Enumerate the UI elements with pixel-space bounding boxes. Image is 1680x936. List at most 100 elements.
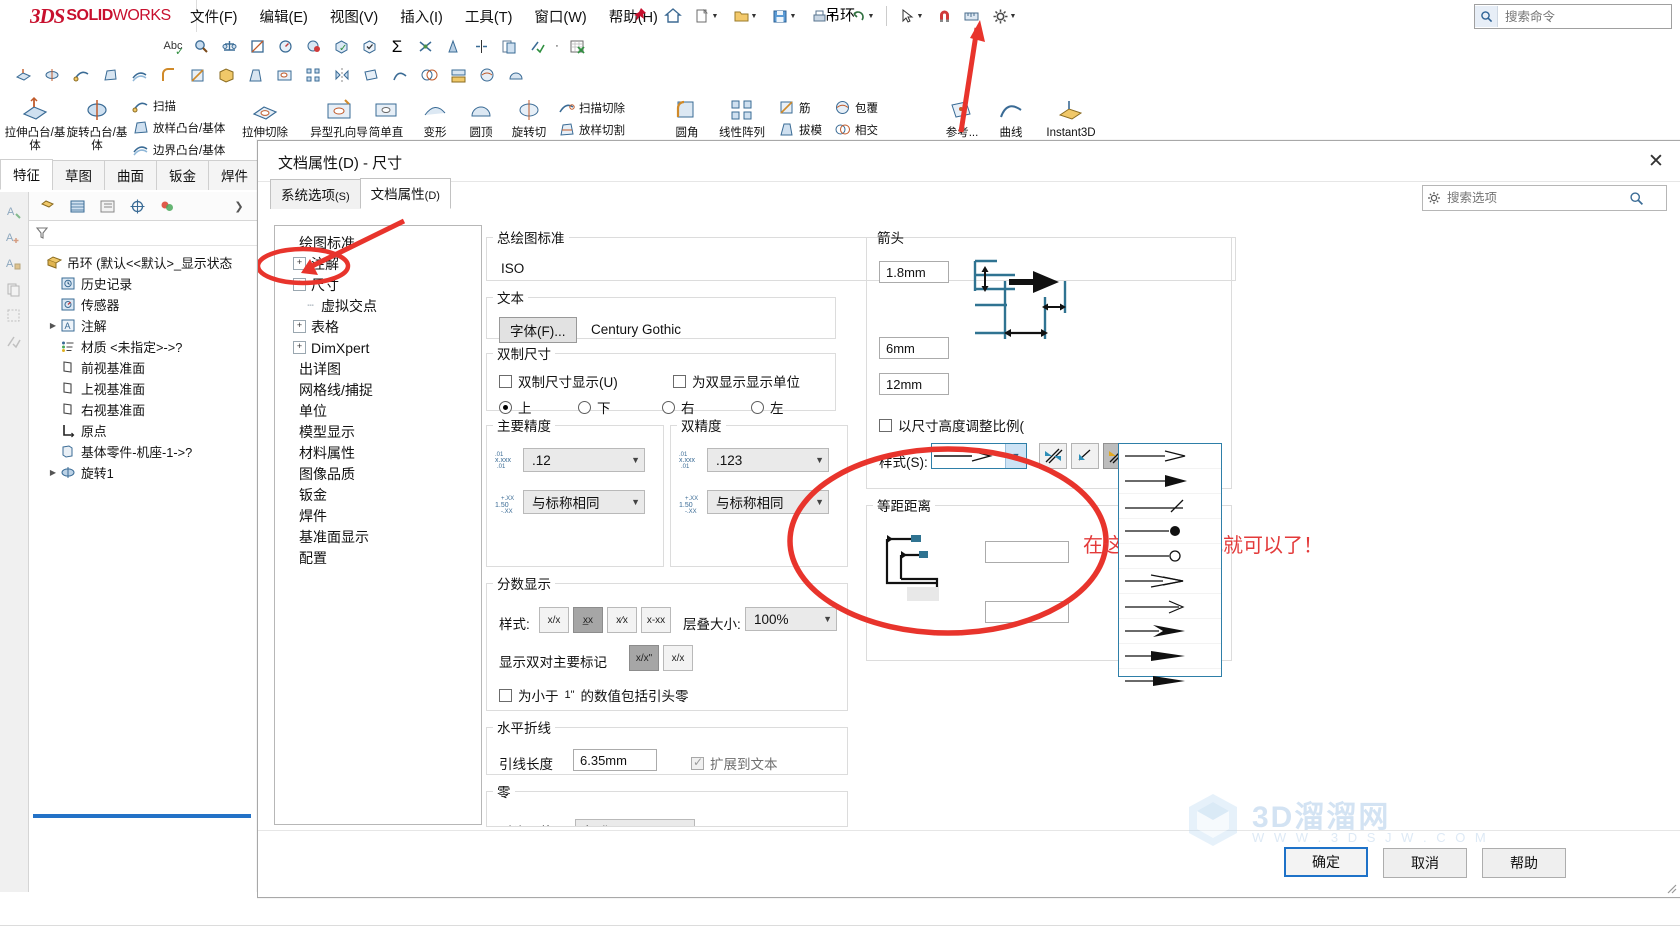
dual-tolerance-precision-combo[interactable]: 与标称相同 ▼ [707,490,829,514]
dual-position-left-radio[interactable]: 左 [751,397,784,417]
ribbon-tab-features[interactable]: 特征 [0,159,53,190]
dropdown-option-filled-arrow[interactable] [1119,469,1221,494]
nav-item-configurations[interactable]: 配置 [283,547,481,568]
open-document-button[interactable]: ▼ [726,3,764,29]
expand-plus-icon[interactable]: + [293,278,306,291]
cmd-rib[interactable]: 筋 [776,97,822,118]
draft-icon[interactable] [242,62,268,88]
expand-plus-icon[interactable]: + [293,257,306,270]
curves-icon[interactable] [387,62,413,88]
checkbox-box[interactable] [673,374,686,388]
tab-dimxpert-manager-icon[interactable] [127,196,147,216]
menu-file[interactable]: 文件(F) [180,3,248,30]
tree-item-history[interactable]: 历史记录 [33,273,257,294]
arrows-inward-icon[interactable] [1039,443,1067,469]
leading-zero-checkbox[interactable]: 为小于 1" 的数值包括引头零 [499,685,689,705]
leading-zero-value-combo[interactable]: 标准 ▼ [575,819,695,827]
cmd-loft-cut[interactable]: 放样切割 [556,119,625,140]
deviation-icon[interactable] [412,33,438,59]
radio-dot[interactable] [751,400,764,414]
menu-view[interactable]: 视图(V) [320,3,388,30]
measure-icon[interactable] [958,3,984,29]
fraction-style-button-3[interactable]: x⁄x [607,607,637,633]
nav-item-sheet-metal[interactable]: 钣金 [283,484,481,505]
dropdown-option-small-open-arrow[interactable] [1119,594,1221,619]
checkbox-box[interactable] [879,418,892,432]
copy-annotation-icon[interactable] [0,276,26,302]
radio-dot[interactable] [578,400,591,414]
chevron-down-icon[interactable]: ▼ [712,13,719,20]
help-button[interactable]: 帮助 [1482,848,1566,878]
dual-position-right-radio[interactable]: 右 [662,397,695,417]
nav-item-dimensions[interactable]: + 尺寸 [283,274,481,295]
cmd-wrap[interactable]: 包覆 [832,97,878,118]
nav-item-weldments[interactable]: 焊件 [283,505,481,526]
chevron-down-icon[interactable]: ▼ [681,826,690,827]
chevron-down-icon[interactable]: ▼ [751,13,758,20]
feature-tree-filter[interactable] [29,221,257,246]
cmd-reference-geometry[interactable]: 参考... [936,92,988,140]
tree-item-right-plane[interactable]: 右视基准面 [33,399,257,420]
cmd-curves[interactable]: 曲线 [988,92,1034,140]
radio-dot[interactable] [662,400,675,414]
chevron-down-icon[interactable]: ▼ [868,13,875,20]
extrude-boss-icon[interactable] [10,62,36,88]
cmd-sweep[interactable]: 扫描 [130,95,225,116]
fraction-style-button-2[interactable]: x̲x [573,607,603,633]
cmd-loft[interactable]: 放样凸台/基体 [130,117,225,138]
nav-item-image-quality[interactable]: 图像品质 [283,463,481,484]
nav-item-plane-display[interactable]: 基准面显示 [283,526,481,547]
check-document-icon[interactable] [356,33,382,59]
nav-item-annotations[interactable]: + 注解 [283,253,481,274]
checkbox-box[interactable] [499,374,512,388]
tree-root-item[interactable]: 吊环 (默认<<默认>_显示状态 [33,252,257,273]
expand-plus-icon[interactable]: + [293,341,306,354]
dome-icon[interactable] [503,62,529,88]
display-style-icon[interactable] [0,302,26,328]
boundary-icon[interactable] [126,62,152,88]
ribbon-tab-sketch[interactable]: 草图 [52,160,105,190]
magnet-icon[interactable] [931,3,957,29]
check-entity-icon[interactable] [300,33,326,59]
resize-grip[interactable] [1665,882,1677,894]
cmd-extrude-cut[interactable]: 拉伸切除 [234,92,296,140]
search-input[interactable] [1503,8,1657,25]
cancel-button[interactable]: 取消 [1383,848,1467,878]
shell-icon[interactable] [213,62,239,88]
chevron-down-icon[interactable]: ▼ [631,455,640,465]
chevron-down-icon[interactable]: ▼ [815,455,824,465]
add-annotation-icon[interactable]: A [0,224,26,250]
tree-item-front-plane[interactable]: 前视基准面 [33,357,257,378]
ribbon-tab-sheetmetal[interactable]: 钣金 [156,160,209,190]
nav-item-detailing[interactable]: 出详图 [283,358,481,379]
search-icon[interactable] [1624,191,1648,206]
cmd-sweep-cut[interactable]: 扫描切除 [556,97,625,118]
options-search[interactable] [1422,185,1667,211]
close-icon[interactable]: ✕ [1641,147,1671,175]
compare-documents-icon[interactable] [496,33,522,59]
chevron-down-icon[interactable]: ▼ [1005,444,1026,468]
geometry-analysis-icon[interactable]: ✓ [328,33,354,59]
cmd-revolve-cut[interactable]: 旋转切 [504,92,554,140]
cmd-boundary[interactable]: 边界凸台/基体 [130,139,225,160]
ok-button[interactable]: 确定 [1284,847,1368,877]
checkbox-box[interactable]: ✓ [691,755,704,770]
stack-size-combo[interactable]: 100% ▼ [745,607,837,631]
menu-edit[interactable]: 编辑(E) [250,3,318,30]
dropdown-option-filled-arrow-3[interactable] [1119,644,1221,669]
dual-unit-precision-combo[interactable]: .123 ▼ [707,448,829,472]
cmd-linear-pattern[interactable]: 线性阵列 [712,92,772,140]
sum-icon[interactable]: Σ [384,33,410,59]
nav-item-virtual-sharps[interactable]: ┄ 虚拟交点 [283,295,481,316]
leader-length-input[interactable]: 6.35mm [573,749,657,771]
dropdown-option-extra[interactable] [1119,669,1221,693]
fraction-style-button-1[interactable]: x/x [539,607,569,633]
nav-item-drafting-standard[interactable]: 绘图标准 [283,232,481,253]
arrow-length-input[interactable]: 12mm [879,373,949,395]
fraction-style-button-4[interactable]: x-xx [641,607,671,633]
cmd-draft[interactable]: 拔模 [776,119,822,140]
offset-distance-input-2[interactable] [985,601,1069,623]
dual-position-top-radio[interactable]: 上 [499,397,532,417]
dual-dimension-show-checkbox[interactable]: 双制尺寸显示(U) [499,371,618,391]
cmd-extrude-boss[interactable]: 拉伸凸台/基体 [4,92,66,153]
